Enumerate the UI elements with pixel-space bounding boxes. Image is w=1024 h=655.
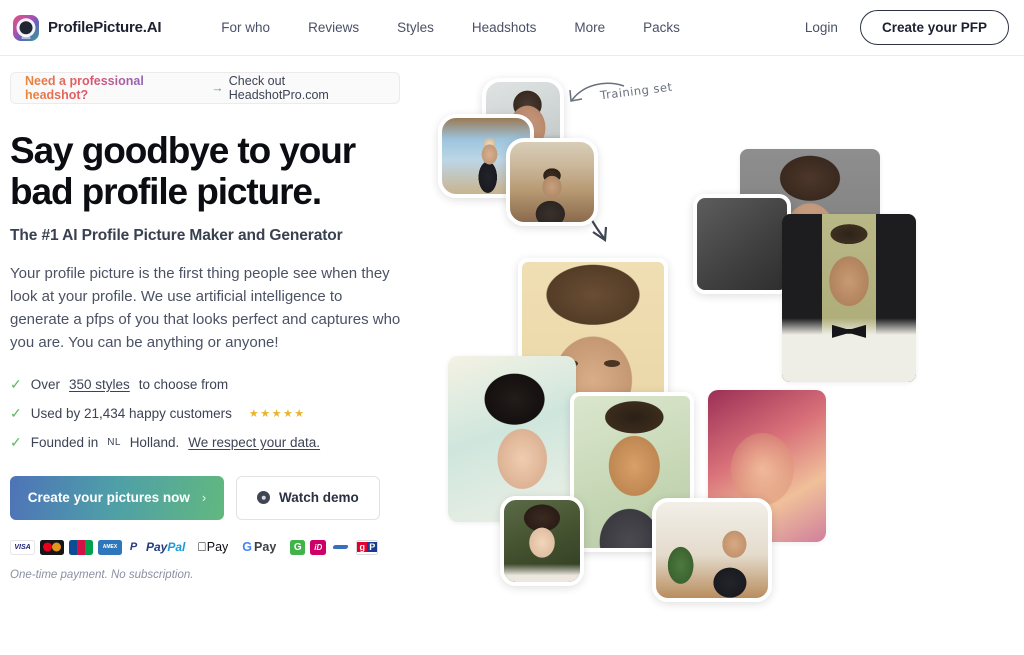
amex-icon: AMEX — [98, 539, 122, 555]
generated-photo-floral-crown[interactable] — [693, 194, 791, 294]
promo-strong-text: Need a professional headshot? — [25, 74, 206, 102]
privacy-link[interactable]: We respect your data. — [188, 435, 320, 450]
paypal-icon: PayPal — [146, 540, 186, 555]
country-code-label: NL — [107, 436, 121, 448]
watch-demo-button[interactable]: Watch demo — [236, 475, 380, 520]
training-photo-store[interactable] — [506, 138, 598, 226]
generated-photo-bowtie[interactable] — [782, 214, 916, 382]
headline-line-1: Say goodbye to your — [10, 130, 356, 171]
payment-note: One-time payment. No subscription. — [10, 568, 194, 581]
giropay-icon: G — [290, 539, 306, 555]
page-title: Say goodbye to your bad profile picture. — [10, 130, 410, 213]
create-pictures-label: Create your pictures now — [27, 490, 190, 506]
training-set-annotation: Training set — [599, 79, 674, 103]
login-link[interactable]: Login — [805, 20, 838, 35]
image-collage: Training set — [430, 56, 1024, 655]
profile-avatar-logo-icon — [13, 14, 39, 41]
brand-name: ProfilePicture.AI — [48, 19, 162, 36]
nav-item-reviews[interactable]: Reviews — [308, 20, 359, 35]
hero-subheading: The #1 AI Profile Picture Maker and Gene… — [10, 226, 343, 244]
feature-item-founded: ✓ Founded in NL Holland. We respect your… — [10, 435, 430, 450]
styles-link[interactable]: 350 styles — [69, 377, 130, 392]
check-icon: ✓ — [10, 434, 22, 451]
jcb-icon — [69, 539, 93, 555]
watch-demo-label: Watch demo — [279, 490, 359, 506]
paypal-mark-icon: P — [127, 539, 140, 555]
apple-pay-icon: Pay — [197, 539, 229, 555]
feature-customers-text: Used by 21,434 happy customers — [30, 405, 232, 421]
google-pay-icon: G Pay — [242, 539, 277, 555]
cta-button-row: Create your pictures now › Watch demo — [10, 475, 430, 520]
ideal-icon: iD — [310, 539, 327, 555]
brand-logo[interactable]: ProfilePicture.AI — [13, 14, 162, 41]
nav-item-styles[interactable]: Styles — [397, 20, 434, 35]
create-pictures-button[interactable]: Create your pictures now › — [10, 475, 224, 520]
sofort-icon — [331, 539, 352, 555]
chevron-right-icon: › — [201, 490, 207, 506]
feature-founded-middle: Holland. — [129, 434, 180, 450]
generated-photo-cafe-smile[interactable] — [652, 498, 772, 602]
feature-founded-prefix: Founded in — [30, 434, 99, 450]
top-navigation-bar: ProfilePicture.AI For who Reviews Styles… — [0, 0, 1024, 56]
gp-icon: gP — [356, 539, 379, 555]
check-icon: ✓ — [10, 376, 22, 393]
visa-icon: VISA — [10, 539, 35, 555]
nav-item-for-who[interactable]: For who — [221, 20, 270, 35]
hero-left-column: Need a professional headshot? → Check ou… — [10, 56, 430, 581]
play-circle-icon — [257, 491, 270, 505]
nav-item-more[interactable]: More — [574, 20, 605, 35]
payment-methods-row: VISA AMEX P PayPal Pay GPay G iD gP — [10, 539, 430, 555]
hero-body-text: Your profile picture is the first thing … — [10, 264, 401, 351]
generated-photo-anime[interactable] — [500, 496, 584, 586]
nav-actions: Login Create your PFP — [805, 10, 1009, 45]
mastercard-icon — [40, 539, 64, 555]
feature-list: ✓ Over 350 styles to choose from ✓ Used … — [10, 377, 430, 450]
nav-item-packs[interactable]: Packs — [643, 20, 680, 35]
headline-line-2: bad profile picture. — [10, 171, 322, 213]
feature-item-styles: ✓ Over 350 styles to choose from — [10, 377, 430, 392]
nav-item-headshots[interactable]: Headshots — [472, 20, 537, 35]
nav-links: For who Reviews Styles Headshots More Pa… — [221, 20, 680, 35]
feature-suffix: to choose from — [138, 376, 229, 392]
star-rating: ★★★★★ — [248, 407, 306, 420]
check-icon: ✓ — [10, 405, 22, 422]
create-pfp-button[interactable]: Create your PFP — [859, 10, 1009, 45]
feature-item-customers: ✓ Used by 21,434 happy customers ★★★★★ — [10, 406, 430, 421]
headshotpro-promo-banner[interactable]: Need a professional headshot? → Check ou… — [10, 72, 400, 104]
promo-arrow-icon: → — [211, 81, 224, 95]
landing-page: ProfilePicture.AI For who Reviews Styles… — [0, 0, 1024, 655]
promo-rest-text: Check out HeadshotPro.com — [228, 74, 329, 102]
feature-prefix: Over — [30, 376, 60, 392]
